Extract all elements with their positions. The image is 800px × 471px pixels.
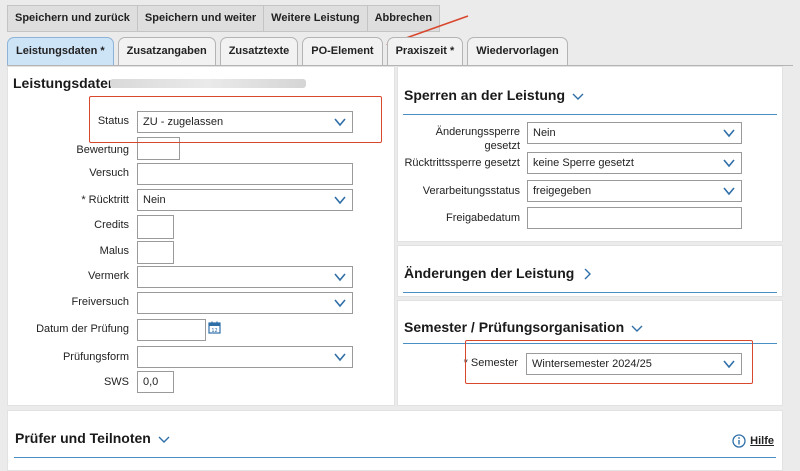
- aenderungssperre-label-line2: gesetzt: [484, 140, 520, 152]
- freigabedatum-input[interactable]: [527, 207, 742, 229]
- ruecktritt-label: * Rücktritt: [81, 194, 129, 206]
- datum-input[interactable]: [137, 319, 206, 341]
- leistungsdaten-title: Leistungsdaten: [13, 75, 117, 91]
- datum-label: Datum der Prüfung: [36, 323, 129, 335]
- chevron-down-icon: [723, 159, 735, 168]
- pruefer-panel: Prüfer und Teilnoten Hilfe: [7, 410, 783, 471]
- pruefungsform-label: Prüfungsform: [62, 351, 129, 363]
- bewertung-label: Bewertung: [76, 144, 129, 156]
- tab-leistungsdaten[interactable]: Leistungsdaten *: [7, 37, 114, 65]
- tab-zusatztexte[interactable]: Zusatztexte: [219, 37, 299, 65]
- chevron-down-icon: [334, 299, 346, 308]
- malus-input[interactable]: [137, 241, 174, 264]
- aenderungssperre-select[interactable]: Nein: [527, 122, 742, 144]
- sws-input[interactable]: 0,0: [137, 371, 174, 393]
- further-performance-button[interactable]: Weitere Leistung: [264, 6, 368, 31]
- sperren-title: Sperren an der Leistung: [404, 87, 584, 103]
- ruecktrittssperre-label: Rücktrittssperre gesetzt: [404, 157, 520, 169]
- pruefungsform-select[interactable]: [137, 346, 353, 368]
- versuch-label: Versuch: [89, 167, 129, 179]
- aenderungen-panel: Änderungen der Leistung: [397, 245, 783, 297]
- credits-label: Credits: [94, 219, 129, 231]
- tab-bar: Leistungsdaten * Zusatzangaben Zusatztex…: [7, 37, 568, 66]
- vermerk-label: Vermerk: [88, 270, 129, 282]
- pruefer-underline: [14, 457, 776, 458]
- ruecktrittssperre-select[interactable]: keine Sperre gesetzt: [527, 152, 742, 174]
- aenderungssperre-label-line1: Änderungssperre: [435, 126, 520, 138]
- help-label: Hilfe: [750, 435, 774, 447]
- freiversuch-label: Freiversuch: [71, 296, 129, 308]
- tab-zusatzangaben[interactable]: Zusatzangaben: [117, 37, 216, 65]
- chevron-right-icon[interactable]: [581, 268, 593, 280]
- verarbeitungsstatus-label: Verarbeitungsstatus: [422, 185, 520, 197]
- ruecktritt-value: Nein: [143, 194, 166, 206]
- chevron-down-icon[interactable]: [572, 92, 584, 101]
- chevron-down-icon: [723, 129, 735, 138]
- info-icon: [732, 434, 746, 448]
- versuch-input[interactable]: [137, 163, 353, 185]
- help-link[interactable]: Hilfe: [732, 434, 774, 448]
- chevron-down-icon[interactable]: [631, 324, 643, 333]
- save-and-next-button[interactable]: Speichern und weiter: [137, 6, 265, 31]
- aenderungssperre-label: Änderungssperre gesetzt: [436, 125, 520, 153]
- verarbeitungsstatus-select[interactable]: freigegeben: [527, 180, 742, 202]
- aenderungen-underline: [403, 292, 777, 293]
- pruefer-title-text: Prüfer und Teilnoten: [15, 430, 151, 446]
- freigabedatum-label: Freigabedatum: [446, 212, 520, 224]
- vermerk-select[interactable]: [137, 266, 353, 288]
- toolbar: Speichern und zurück Speichern und weite…: [7, 5, 441, 32]
- ruecktrittssperre-value: keine Sperre gesetzt: [533, 157, 634, 169]
- tab-po-element[interactable]: PO-Element: [302, 37, 383, 65]
- semester-title: Semester / Prüfungsorganisation: [404, 319, 643, 335]
- sperren-title-text: Sperren an der Leistung: [404, 87, 566, 103]
- redacted-text: [110, 79, 306, 88]
- chevron-down-icon[interactable]: [158, 435, 170, 444]
- chevron-down-icon: [334, 353, 346, 362]
- tab-praxiszeit[interactable]: Praxiszeit *: [386, 37, 464, 65]
- verarbeitungsstatus-value: freigegeben: [533, 185, 592, 197]
- credits-input[interactable]: [137, 215, 174, 239]
- chevron-down-icon: [723, 187, 735, 196]
- aenderungen-title[interactable]: Änderungen der Leistung: [404, 265, 593, 281]
- pruefer-title: Prüfer und Teilnoten: [15, 430, 170, 446]
- status-annotation-box: [89, 96, 382, 143]
- aenderungen-title-text: Änderungen der Leistung: [404, 265, 575, 281]
- chevron-down-icon: [334, 196, 346, 205]
- malus-label: Malus: [99, 245, 129, 257]
- chevron-down-icon: [334, 273, 346, 282]
- sperren-underline: [403, 114, 777, 115]
- sperren-panel: Sperren an der Leistung Änderungssperre …: [397, 66, 783, 242]
- semester-annotation-box: [465, 340, 753, 384]
- sws-label: SWS: [103, 376, 129, 388]
- save-and-back-button[interactable]: Speichern und zurück: [8, 6, 138, 31]
- tab-wiedervorlagen[interactable]: Wiedervorlagen: [467, 37, 568, 65]
- freiversuch-select[interactable]: [137, 292, 353, 314]
- semester-title-text: Semester / Prüfungsorganisation: [404, 319, 625, 335]
- svg-text:12: 12: [211, 328, 217, 334]
- aenderungssperre-value: Nein: [533, 127, 556, 139]
- calendar-icon[interactable]: 12: [208, 321, 221, 334]
- ruecktritt-select[interactable]: Nein: [137, 189, 353, 211]
